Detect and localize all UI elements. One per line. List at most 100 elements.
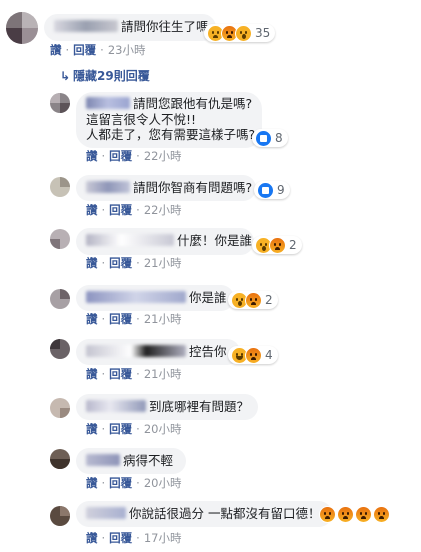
commenter-name-blurred[interactable] — [86, 345, 186, 357]
reply-link[interactable]: 回覆 — [109, 476, 132, 490]
like-link[interactable]: 讚 — [86, 476, 98, 490]
separator-dot: · — [101, 256, 106, 270]
separator-dot: · — [136, 422, 140, 436]
reply-text: 什麼！你是誰 — [177, 233, 253, 248]
reply-arrow-icon: ↳ — [60, 69, 71, 83]
timestamp[interactable]: 23小時 — [108, 43, 146, 57]
comment-text: 請問你往生了嗎 — [121, 19, 209, 34]
commenter-name-blurred[interactable] — [86, 507, 126, 519]
reply-text: 控告你 — [189, 344, 227, 359]
timestamp[interactable]: 22小時 — [144, 149, 182, 163]
like-link[interactable]: 讚 — [86, 256, 98, 270]
reply-bubble: 控告你 — [76, 339, 240, 365]
reply-actions: 讚 · 回覆 · 20小時 — [86, 475, 181, 491]
separator-dot: · — [101, 476, 106, 490]
reply-bubble: 請問您跟他有仇是嗎? 這留言很令人不悅!! 人都走了，您有需要這樣子嗎? — [76, 92, 262, 148]
reaction-summary[interactable]: 9 — [254, 181, 290, 199]
like-link[interactable]: 讚 — [86, 203, 98, 217]
reaction-summary[interactable]: 8 — [252, 129, 288, 147]
avatar[interactable] — [50, 93, 70, 113]
timestamp[interactable]: 21小時 — [144, 312, 182, 326]
commenter-name-blurred[interactable] — [86, 454, 120, 466]
separator-dot: · — [136, 312, 140, 326]
reply-text: 請問你智商有問題嗎? — [133, 180, 253, 195]
commenter-name-blurred[interactable] — [86, 97, 130, 109]
separator-dot: · — [136, 367, 140, 381]
reply-bubble: 你說話很過分 一點都沒有留口德！ — [76, 501, 332, 527]
reply-link[interactable]: 回覆 — [109, 312, 132, 326]
reply-link[interactable]: 回覆 — [73, 43, 96, 57]
reply-text: 你說話很過分 一點都沒有留口德！ — [129, 506, 321, 521]
commenter-name-blurred[interactable] — [86, 291, 186, 303]
reply-actions: 讚 · 回覆 · 21小時 — [86, 366, 181, 382]
reply-text-line-1: 請問您跟他有仇是嗎? — [133, 96, 253, 111]
like-link[interactable]: 讚 — [86, 422, 98, 436]
commenter-name-blurred[interactable] — [86, 181, 130, 193]
reply-bubble: 你是誰 — [76, 285, 234, 311]
timestamp[interactable]: 20小時 — [144, 476, 182, 490]
like-link[interactable]: 讚 — [86, 149, 98, 163]
reply-actions: 讚 · 回覆 · 20小時 — [86, 421, 181, 437]
reaction-count: 9 — [277, 183, 285, 197]
reaction-count: 8 — [275, 131, 283, 145]
avatar[interactable] — [6, 12, 38, 44]
separator-dot: · — [136, 256, 140, 270]
wow-reaction-icon — [235, 24, 252, 42]
reaction-count: 35 — [255, 26, 271, 40]
reaction-summary[interactable]: 2 — [252, 236, 302, 254]
angry-emoji-icon — [355, 505, 372, 523]
timestamp[interactable]: 20小時 — [144, 422, 182, 436]
reaction-count: 2 — [289, 238, 297, 252]
commenter-name-blurred[interactable] — [86, 400, 146, 412]
reaction-summary[interactable]: 35 — [204, 24, 276, 42]
comment-actions: 讚 · 回覆 · 23小時 — [50, 42, 145, 58]
reply-link[interactable]: 回覆 — [109, 422, 132, 436]
commenter-name-blurred[interactable] — [86, 234, 174, 246]
reaction-count: 2 — [265, 293, 273, 307]
like-reaction-icon — [255, 129, 272, 147]
reply-link[interactable]: 回覆 — [109, 256, 132, 270]
timestamp[interactable]: 22小時 — [144, 203, 182, 217]
reply-actions: 讚 · 回覆 · 21小時 — [86, 311, 181, 327]
reply-link[interactable]: 回覆 — [109, 531, 132, 545]
like-link[interactable]: 讚 — [86, 367, 98, 381]
avatar[interactable] — [50, 289, 70, 309]
comment-bubble: 請問你往生了嗎 — [44, 14, 216, 41]
reply-link[interactable]: 回覆 — [109, 149, 132, 163]
avatar[interactable] — [50, 449, 70, 469]
reply-text-line-2: 這留言很令人不悅!! — [86, 111, 197, 127]
angry-reaction-icon — [269, 236, 286, 254]
avatar[interactable] — [50, 506, 70, 526]
reply-text: 你是誰 — [189, 290, 227, 305]
reaction-summary[interactable]: 4 — [228, 346, 278, 364]
reply-actions: 讚 · 回覆 · 22小時 — [86, 148, 181, 164]
separator-dot: · — [65, 43, 70, 57]
angry-reaction-icon — [245, 291, 262, 309]
avatar[interactable] — [50, 229, 70, 249]
like-link[interactable]: 讚 — [86, 531, 98, 545]
timestamp[interactable]: 21小時 — [144, 367, 182, 381]
reply-link[interactable]: 回覆 — [109, 367, 132, 381]
like-reaction-icon — [257, 181, 274, 199]
angry-emoji-icon — [319, 505, 336, 523]
timestamp[interactable]: 17小時 — [144, 531, 182, 545]
hidden-replies-label: 隱藏29則回覆 — [73, 69, 150, 83]
reply-text: 到底哪裡有問題？ — [149, 399, 250, 414]
avatar[interactable] — [50, 398, 70, 418]
reaction-row — [316, 505, 390, 523]
avatar[interactable] — [50, 339, 70, 359]
separator-dot: · — [101, 312, 106, 326]
commenter-name-blurred[interactable] — [54, 20, 118, 32]
reaction-summary[interactable]: 2 — [228, 291, 278, 309]
like-link[interactable]: 讚 — [50, 43, 62, 57]
reply-bubble: 到底哪裡有問題？ — [76, 394, 258, 420]
reply-text-line-3: 人都走了，您有需要這樣子嗎? — [86, 127, 256, 142]
reply-actions: 讚 · 回覆 · 21小時 — [86, 255, 181, 271]
avatar[interactable] — [50, 177, 70, 197]
reply-bubble: 病得不輕 — [76, 448, 186, 474]
hidden-replies-toggle[interactable]: ↳ 隱藏29則回覆 — [60, 67, 150, 84]
separator-dot: · — [136, 476, 140, 490]
reply-link[interactable]: 回覆 — [109, 203, 132, 217]
like-link[interactable]: 讚 — [86, 312, 98, 326]
timestamp[interactable]: 21小時 — [144, 256, 182, 270]
